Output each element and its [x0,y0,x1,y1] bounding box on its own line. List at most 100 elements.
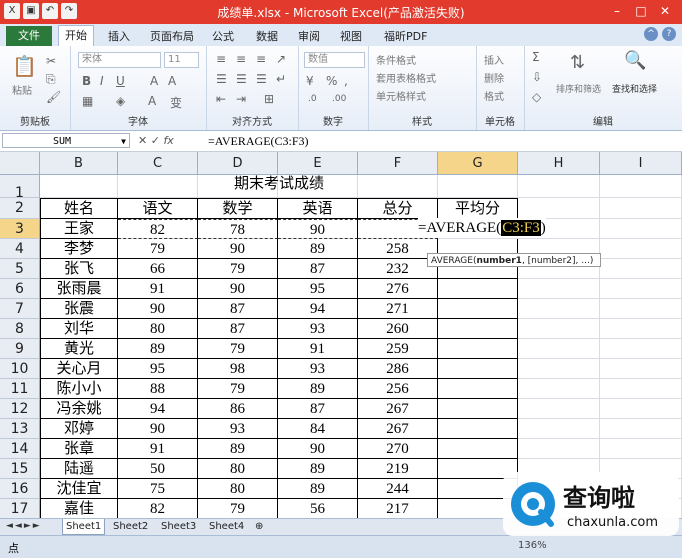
percent-icon[interactable]: % [326,74,337,88]
merge-center-icon[interactable]: ⊞ [264,92,274,106]
align-center-icon[interactable]: ☰ [236,72,247,86]
data-cell[interactable]: 50 [118,459,198,479]
data-cell[interactable]: 56 [278,499,358,518]
cut-icon[interactable]: ✂ [46,54,56,68]
font-color-icon[interactable]: A [148,94,156,108]
data-cell[interactable]: 张飞 [40,259,118,279]
align-middle-icon[interactable]: ≡ [236,52,246,66]
data-cell[interactable]: 286 [358,359,438,379]
data-cell[interactable]: 90 [198,239,278,259]
data-cell[interactable]: 258 [358,239,438,259]
data-cell[interactable]: 66 [118,259,198,279]
data-cell[interactable]: 陈小小 [40,379,118,399]
data-cell[interactable]: 张章 [40,439,118,459]
close-icon[interactable]: ✕ [654,2,676,20]
grid-cell[interactable] [518,359,600,379]
data-cell[interactable]: 90 [198,279,278,299]
sheet-tab-3[interactable]: Sheet3 [158,519,199,534]
format-as-table-button[interactable]: 套用表格格式 [376,70,436,85]
sort-filter-button[interactable]: 排序和筛选 [556,82,601,95]
currency-icon[interactable]: ¥ [306,74,314,88]
data-cell[interactable]: 95 [118,359,198,379]
data-cell[interactable]: 79 [198,379,278,399]
grid-cell[interactable] [518,299,600,319]
sort-filter-icon[interactable]: ⇅ [570,52,585,73]
data-cell[interactable]: 冯余姚 [40,399,118,419]
grid-cell[interactable] [600,419,682,439]
minimize-icon[interactable]: – [606,2,628,20]
font-name-select[interactable]: 宋体 [78,52,161,68]
worksheet-grid[interactable]: B C D E F G H I 1 2 3 4 5 6 7 8 9 10 11 12 13 14 15 16 17 期末考试成绩姓… [0,152,682,518]
row-header-3[interactable]: 3 [0,219,40,239]
data-cell[interactable]: 271 [358,299,438,319]
data-cell[interactable]: 89 [278,239,358,259]
grid-cell[interactable] [518,379,600,399]
grow-font-icon[interactable]: A [150,74,158,88]
grid-cell[interactable] [600,339,682,359]
data-cell[interactable]: 276 [358,279,438,299]
grid-cell[interactable] [600,175,682,198]
row-header-13[interactable]: 13 [0,419,40,439]
grid-cell[interactable] [518,399,600,419]
comma-icon[interactable]: , [344,74,348,88]
data-cell[interactable]: 关心月 [40,359,118,379]
grid-cell[interactable] [600,319,682,339]
chevron-down-icon[interactable]: ▼ [121,134,126,149]
data-cell[interactable]: 267 [358,419,438,439]
wrap-text-icon[interactable]: ↵ [276,72,286,86]
ribbon-minimize-icon[interactable]: ^ [644,27,658,41]
grid-cell[interactable] [518,419,600,439]
sheet-tab-2[interactable]: Sheet2 [110,519,151,534]
data-cell[interactable]: 刘华 [40,319,118,339]
tab-view[interactable]: 视图 [340,28,362,44]
grid-cell[interactable] [600,279,682,299]
row-header-9[interactable]: 9 [0,339,40,359]
column-header-D[interactable]: D [198,152,278,175]
column-header-B[interactable]: B [40,152,118,175]
grid-cell[interactable] [600,399,682,419]
data-cell[interactable]: 90 [118,419,198,439]
data-cell[interactable]: 87 [198,319,278,339]
data-cell[interactable]: 87 [278,259,358,279]
data-cell[interactable]: 李梦 [40,239,118,259]
data-cell[interactable]: 91 [278,339,358,359]
row-header-15[interactable]: 15 [0,459,40,479]
tab-page-layout[interactable]: 页面布局 [150,28,194,44]
data-cell[interactable]: 79 [118,239,198,259]
number-format-select[interactable]: 数值 [304,52,365,68]
data-cell[interactable]: 93 [198,419,278,439]
data-cell[interactable]: 张雨晨 [40,279,118,299]
data-cell[interactable]: 232 [358,259,438,279]
data-cell[interactable]: 91 [118,279,198,299]
row-header-12[interactable]: 12 [0,399,40,419]
data-cell[interactable]: 89 [278,379,358,399]
column-header-H[interactable]: H [518,152,600,175]
align-top-icon[interactable]: ≡ [216,52,226,66]
data-cell[interactable] [438,279,518,299]
row-header-17[interactable]: 17 [0,499,40,518]
phonetic-icon[interactable]: 变 [170,94,182,111]
data-cell[interactable]: 94 [118,399,198,419]
insert-cells-button[interactable]: 插入 [484,52,504,67]
column-header-C[interactable]: C [118,152,198,175]
column-header-E[interactable]: E [278,152,358,175]
data-cell[interactable]: 沈佳宜 [40,479,118,499]
italic-icon[interactable]: I [100,74,104,88]
grid-cell[interactable] [518,319,600,339]
header-cell[interactable]: 英语 [278,198,358,219]
help-icon[interactable]: ? [662,27,676,41]
header-cell[interactable]: 总分 [358,198,438,219]
column-header-G[interactable]: G [438,152,518,175]
increase-decimal-icon[interactable]: .0 [308,94,317,104]
data-cell[interactable]: 89 [198,439,278,459]
row-header-7[interactable]: 7 [0,299,40,319]
data-cell[interactable]: 87 [278,399,358,419]
data-cell[interactable]: 219 [358,459,438,479]
data-cell[interactable]: 91 [118,439,198,459]
data-cell[interactable]: 93 [278,319,358,339]
shrink-font-icon[interactable]: A [168,74,176,88]
align-bottom-icon[interactable]: ≡ [256,52,266,66]
data-cell[interactable]: 80 [118,319,198,339]
tab-formulas[interactable]: 公式 [212,28,234,44]
data-cell[interactable]: 79 [198,339,278,359]
